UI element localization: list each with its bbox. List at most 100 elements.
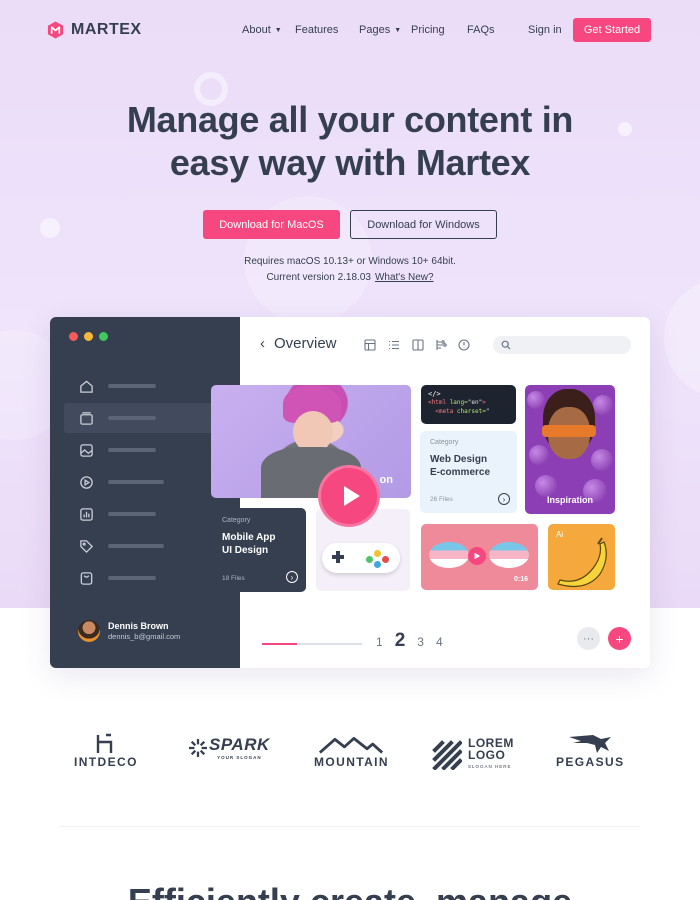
category-title-line2: UI Design [222,545,269,556]
files-count: 18 Files [222,575,245,582]
brand-pegasus: PEGASUS [556,733,624,769]
brand-name: SPARK [209,735,270,754]
gamepad-button [366,556,373,563]
video-card-winter[interactable]: on [211,385,411,498]
category-title-line1: Mobile App [222,532,276,543]
nav-faqs[interactable]: FAQs [467,24,495,36]
sidebar-item-video[interactable] [64,467,214,497]
chevron-left-icon[interactable]: ‹ [260,335,265,352]
inspiration-card[interactable]: Inspiration [525,385,615,514]
avatar [78,620,100,642]
section-title: Efficiently create, manage [0,880,700,900]
play-button[interactable] [318,465,380,527]
category-card-web-design[interactable]: Category Web Design E-commerce 26 Files … [420,431,517,513]
user-email: dennis_b@gmail.com [108,632,181,641]
ai-card[interactable]: Ai [548,524,615,590]
requirements-line: Requires macOS 10.13+ or Windows 10+ 64b… [244,256,456,267]
tree-view-icon[interactable] [435,338,447,350]
get-started-button[interactable]: Get Started [573,18,651,42]
sidebar-item-home[interactable] [64,371,214,401]
page-3-link[interactable]: 3 [417,635,424,649]
hero-title-line1: Manage all your content in [126,99,574,140]
whats-new-link[interactable]: What's New? [375,272,434,283]
logo-text: MARTEX [71,21,142,38]
signin-link[interactable]: Sign in [528,24,562,36]
gamepad-button [374,561,381,568]
arrow-right-icon[interactable]: › [498,493,510,505]
gamepad-icon [322,543,400,573]
search-input[interactable] [493,336,631,354]
logo[interactable]: MARTEX [46,20,142,40]
code-snippet-card[interactable]: </> <html lang="en"> <meta charset=" [421,385,516,424]
spark-wordmark: SPARK YOUR SLOGAN [209,735,270,760]
user-profile[interactable]: Dennis Brown dennis_b@gmail.com [78,620,180,642]
grape-shape [591,449,613,471]
sidebar-item-folder[interactable] [64,403,214,433]
nav-pricing[interactable]: Pricing [411,24,445,36]
code-icon: </> [428,390,441,398]
nav-pages-label: Pages [359,24,391,36]
code-line-1: <html lang="en"> [428,399,486,406]
tag-icon [78,538,94,554]
page-1-link[interactable]: 1 [376,635,383,649]
top-nav: MARTEX About ▼ Features Pages ▼ Pricing … [0,0,700,62]
sidebar-item-stats[interactable] [64,499,214,529]
hero-title-line2: easy way with Martex [169,142,531,183]
columns-view-icon[interactable] [412,338,424,351]
arrow-right-icon[interactable]: › [286,571,298,583]
add-button[interactable]: + [608,627,631,650]
more-options-button[interactable]: ··· [577,627,600,650]
brand-tagline: SLOGAN HERE [468,764,512,769]
window-maximize-dot[interactable] [99,332,108,341]
page-2-current[interactable]: 2 [395,630,406,652]
sidebar-placeholder-line [108,576,156,580]
spark-logo-icon [189,738,207,757]
pegasus-logo-icon [569,735,612,753]
grid-view-icon[interactable] [364,338,376,351]
category-card-mobile-app[interactable]: Category Mobile App UI Design 18 Files › [212,508,306,592]
sidebar-item-image[interactable] [64,435,214,465]
sidebar-placeholder-line [108,480,164,484]
gamepad-button [382,556,389,563]
video-card-hearts[interactable]: 0:16 [421,524,538,590]
play-icon [474,552,481,560]
progress-bar [262,643,362,645]
files-count: 26 Files [430,496,453,503]
info-icon[interactable] [458,338,470,351]
brand-lorem-logo: LOREM LOGO SLOGAN HERE [432,737,514,773]
page-title: Overview [274,335,337,352]
category-title: Mobile App UI Design [222,531,296,557]
heart-glasses-shape [489,542,529,568]
nav-about[interactable]: About ▼ [242,24,282,36]
image-icon [78,442,94,458]
sidebar-placeholder-line [108,448,156,452]
sidebar-item-tags[interactable] [64,531,214,561]
sidebar-item-bag[interactable] [64,563,214,593]
play-button-small[interactable] [468,547,486,565]
window-close-dot[interactable] [69,332,78,341]
folder-icon [78,410,94,426]
window-minimize-dot[interactable] [84,332,93,341]
nav-pages[interactable]: Pages ▼ [359,24,401,36]
heart-glasses-shape [429,542,469,568]
signin-label: Sign in [528,24,562,36]
list-view-icon[interactable] [388,338,400,350]
grape-shape [527,391,545,409]
nav-features[interactable]: Features [295,24,338,36]
dpad-shape [336,551,340,563]
play-icon [78,474,94,490]
download-windows-button[interactable]: Download for Windows [350,210,497,239]
nav-about-label: About [242,24,271,36]
sidebar-placeholder-line [108,416,156,420]
decor-bubble [40,218,60,238]
sidebar-placeholder-line [108,544,164,548]
download-macos-button[interactable]: Download for MacOS [203,210,340,239]
category-title-line2: E-commerce [430,467,491,478]
brand-tagline: YOUR SLOGAN [217,755,262,760]
user-name: Dennis Brown [108,621,169,631]
sidebar-placeholder-line [108,512,156,516]
nav-features-label: Features [295,24,339,36]
logo-mark-icon [47,21,64,39]
page-4-link[interactable]: 4 [436,635,443,649]
version-line: Current version 2.18.03 What's New? [0,270,700,286]
